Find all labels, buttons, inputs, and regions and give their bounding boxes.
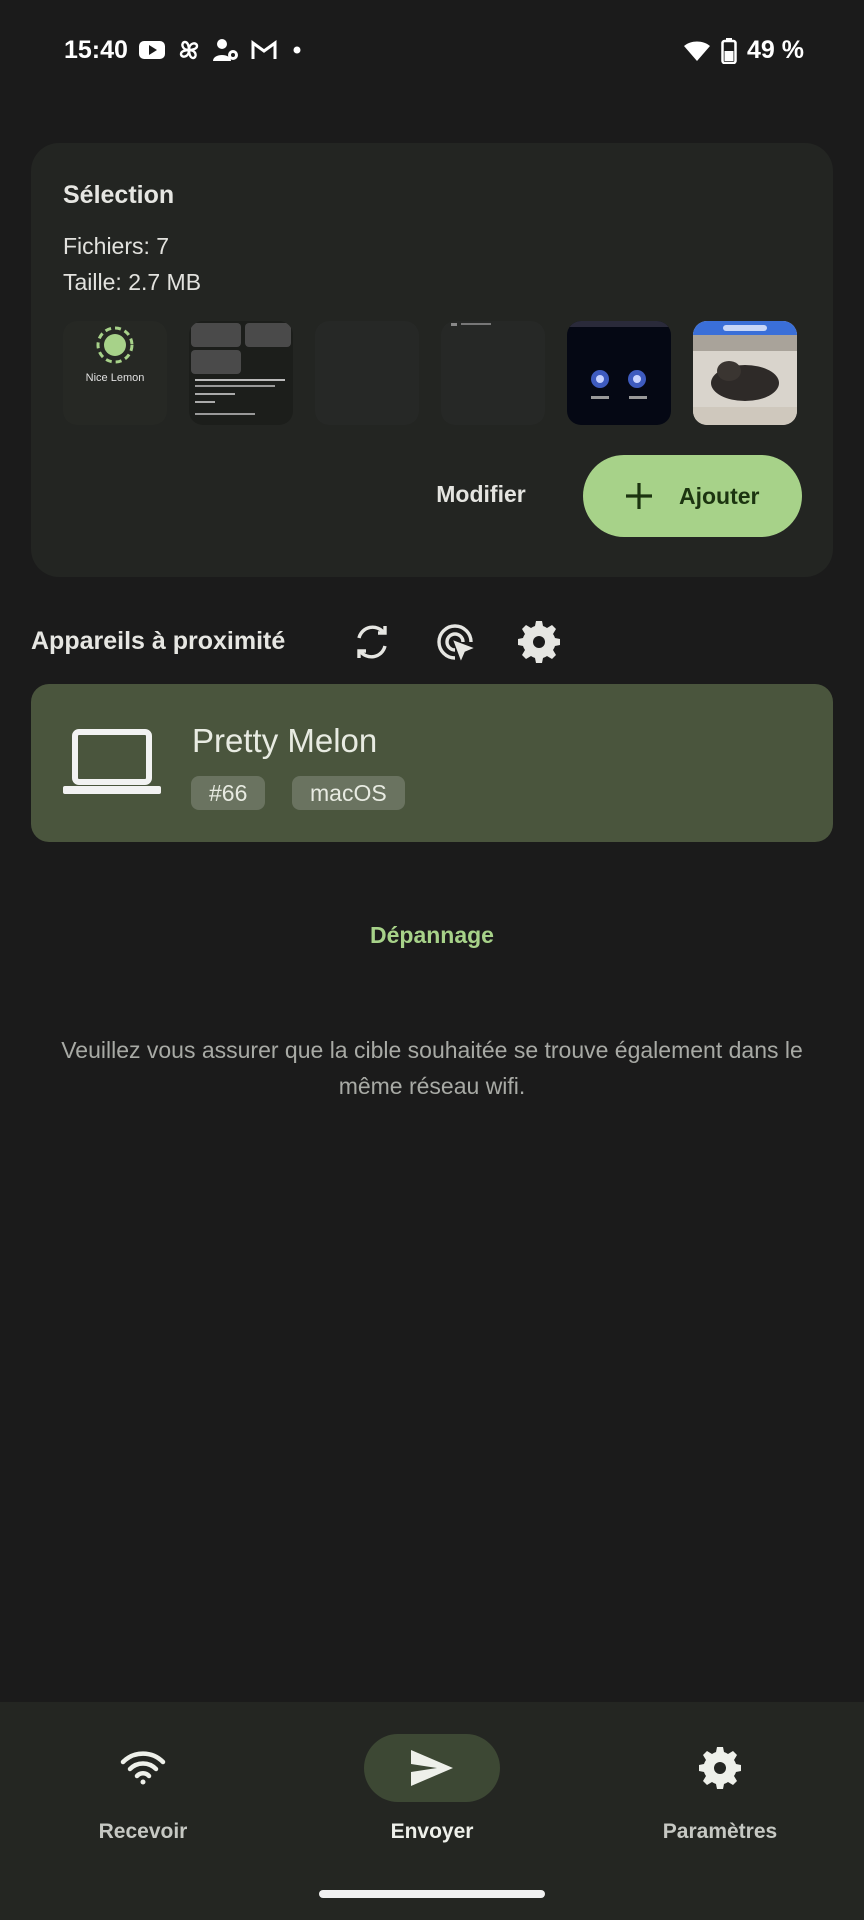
person-icon [213, 39, 238, 61]
status-time: 15:40 [64, 36, 128, 64]
battery-percent: 49 % [747, 36, 804, 64]
gear-icon[interactable] [517, 620, 561, 664]
nearby-devices-title: Appareils à proximité [31, 627, 286, 655]
battery-icon [721, 37, 737, 64]
laptop-icon [63, 729, 161, 794]
nav-send-icon-wrap [364, 1734, 500, 1802]
refresh-icon[interactable] [350, 620, 394, 664]
wifi-icon [684, 41, 711, 61]
thumbnail[interactable] [693, 321, 797, 425]
selection-card: Sélection Fichiers: 7 Taille: 2.7 MB Nic… [31, 143, 833, 577]
thumbnail[interactable] [189, 321, 293, 425]
home-indicator[interactable] [319, 1890, 545, 1898]
thumbnail[interactable] [315, 321, 419, 425]
thumbnail[interactable] [567, 321, 671, 425]
nav-receive-icon-wrap [75, 1734, 211, 1802]
nav-send[interactable]: Envoyer [332, 1732, 532, 1862]
status-right: 49 % [683, 36, 804, 65]
nav-receive[interactable]: Recevoir [43, 1732, 243, 1862]
nav-send-label: Envoyer [390, 1820, 474, 1843]
bottom-navigation: Recevoir Envoyer Paramètres [0, 1702, 864, 1920]
nav-settings-icon-wrap [652, 1734, 788, 1802]
pinwheel-icon [179, 40, 199, 60]
device-card[interactable]: Pretty Melon #66 macOS [31, 684, 833, 842]
device-os-badge: macOS [292, 776, 405, 810]
thumbnail-caption: Nice Lemon [85, 372, 145, 384]
wifi-icon [120, 1751, 166, 1785]
app-screen: 15:40 49 % Sélection Fichiers: 7 Taille:… [0, 0, 864, 1920]
selection-title: Sélection [63, 181, 175, 209]
send-icon [411, 1750, 453, 1786]
dot-icon [293, 46, 301, 54]
add-button[interactable]: Ajouter [583, 455, 802, 537]
device-id-badge: #66 [191, 776, 266, 810]
plus-icon [626, 483, 652, 509]
status-bar: 15:40 49 % [0, 0, 864, 104]
thumbnail[interactable] [441, 321, 545, 425]
notification-icons [138, 37, 306, 63]
files-size: Taille: 2.7 MB [63, 269, 202, 295]
device-name: Pretty Melon [192, 722, 378, 759]
thumbnail[interactable]: Nice Lemon [63, 321, 167, 425]
nav-receive-label: Recevoir [98, 1820, 188, 1843]
add-button-label: Ajouter [679, 482, 760, 509]
gmail-icon [251, 40, 277, 59]
thumbnail-list: Nice Lemon [63, 321, 797, 425]
target-cursor-icon[interactable] [433, 620, 477, 664]
nav-settings-label: Paramètres [662, 1820, 778, 1843]
files-count: Fichiers: 7 [63, 233, 170, 259]
modify-button[interactable]: Modifier [401, 467, 561, 521]
nav-settings[interactable]: Paramètres [620, 1732, 820, 1862]
youtube-icon [139, 41, 165, 59]
network-hint: Veuillez vous assurer que la cible souha… [61, 1037, 803, 1099]
gear-icon [699, 1747, 741, 1789]
troubleshoot-link[interactable]: Dépannage [0, 922, 864, 949]
